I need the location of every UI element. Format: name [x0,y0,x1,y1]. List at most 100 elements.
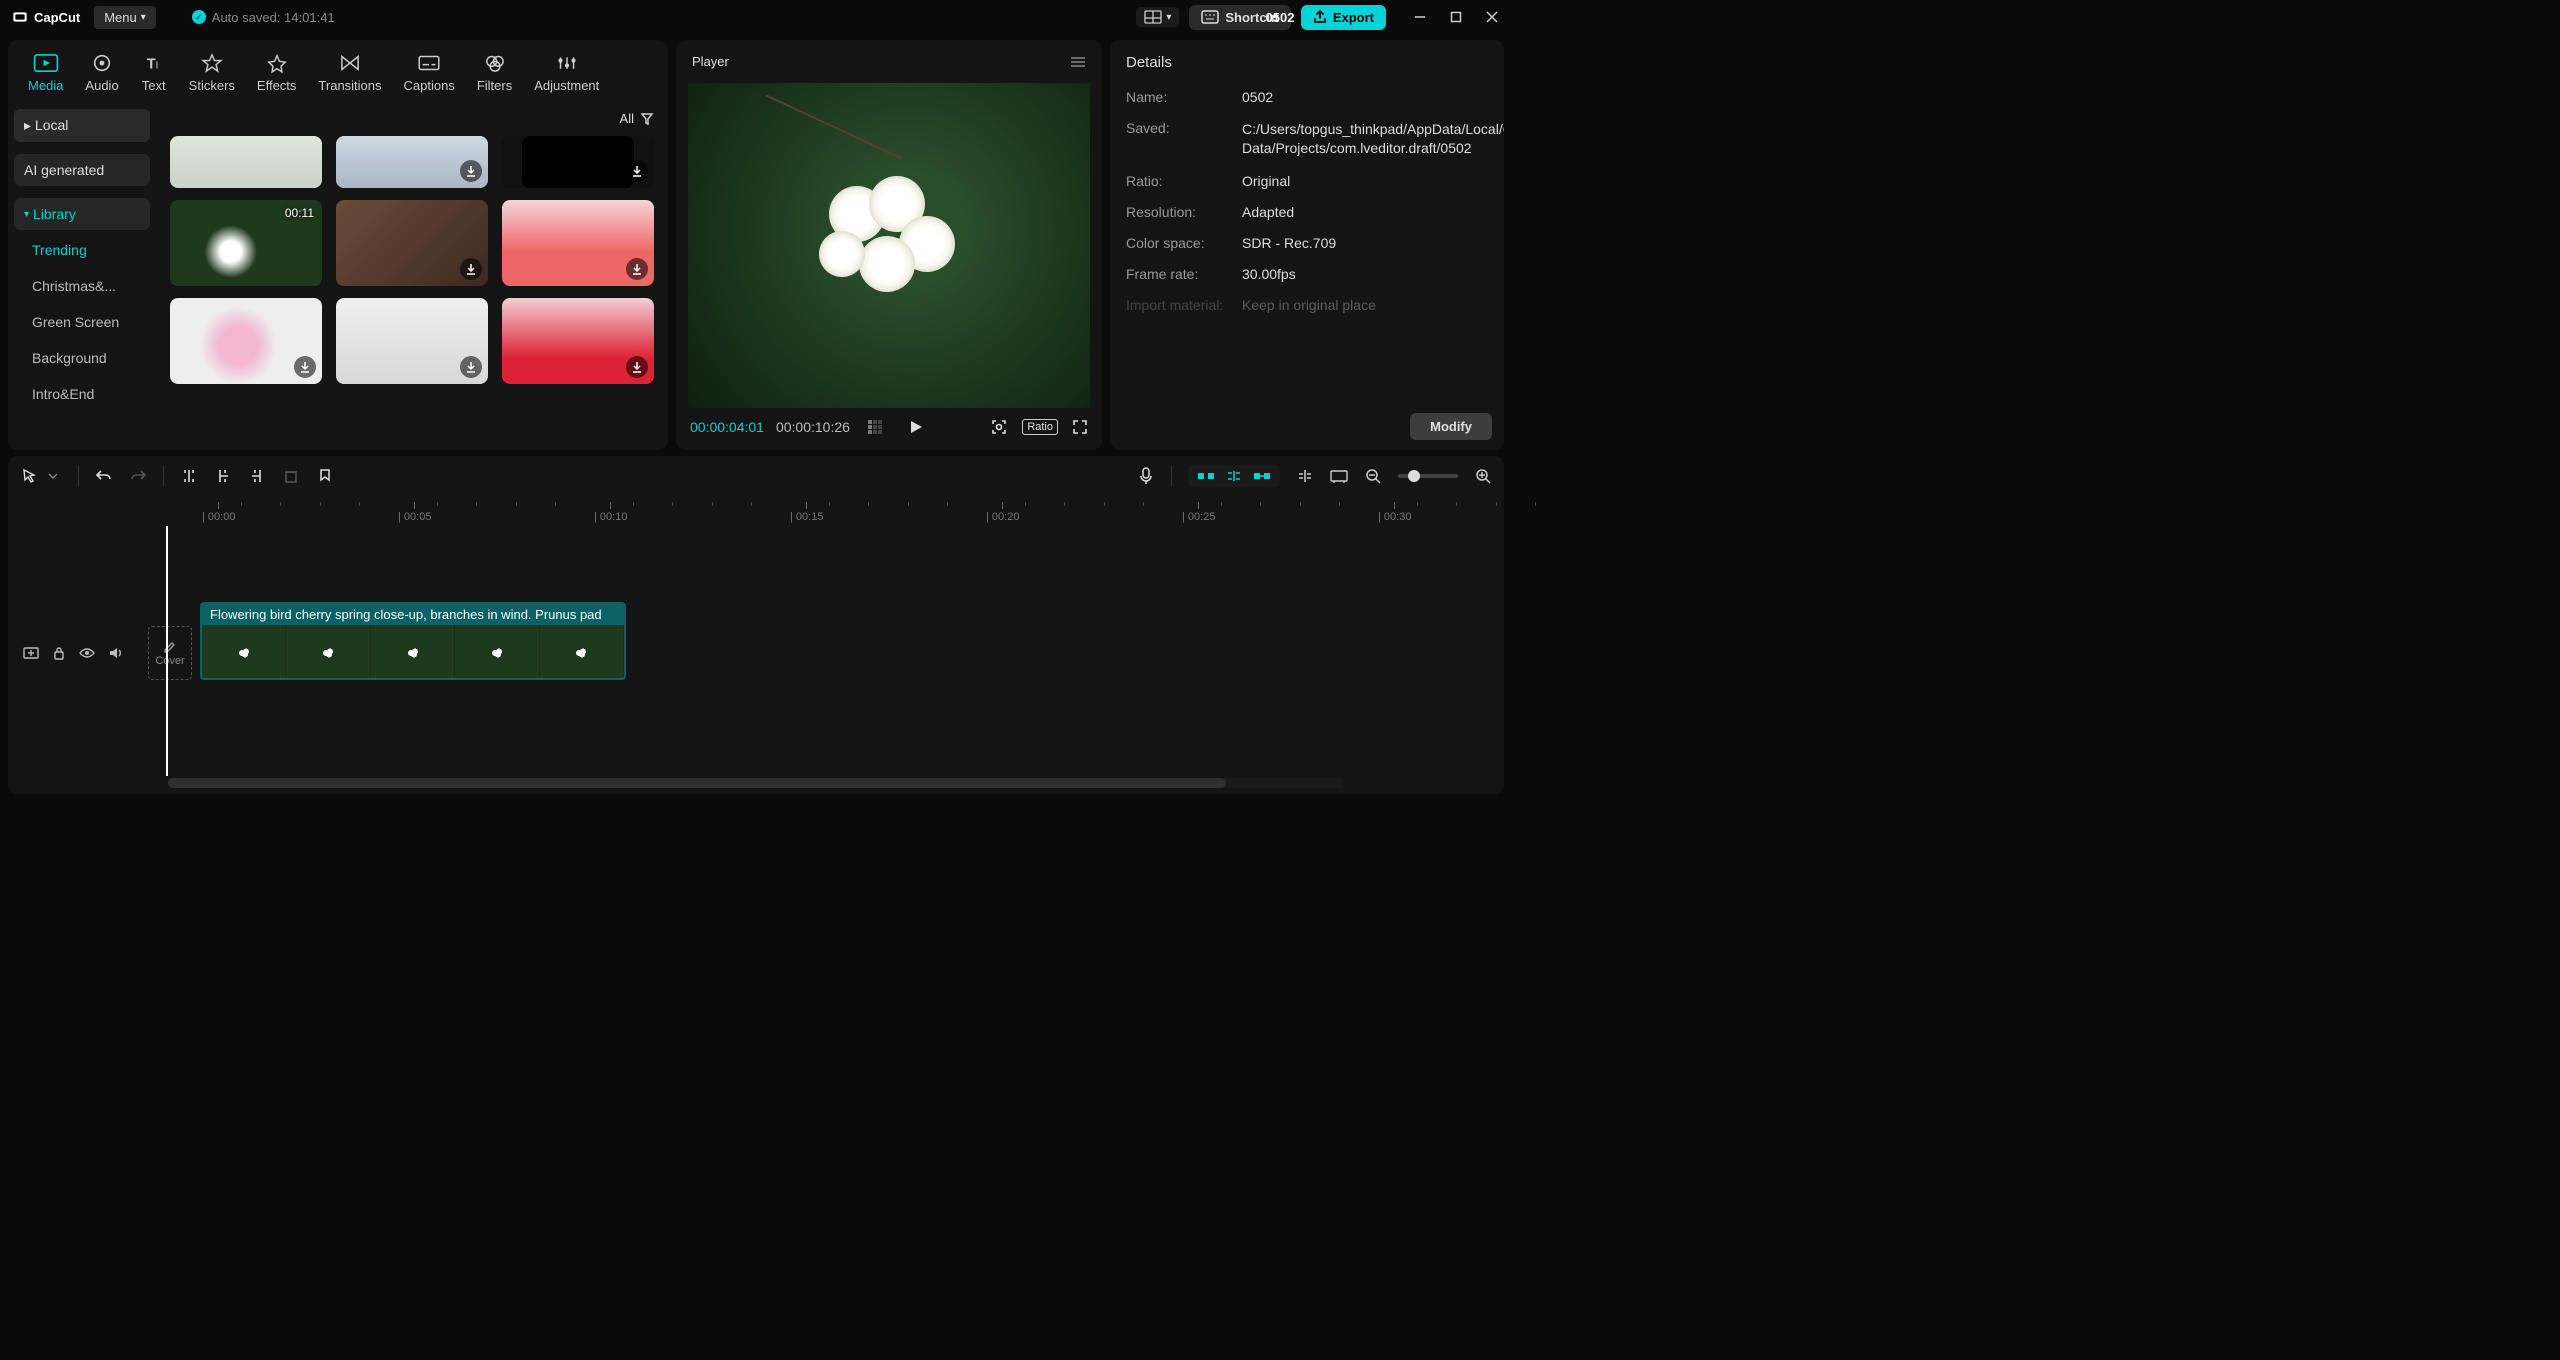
time-current: 00:00:04:01 [690,419,764,435]
sidebar-sub-background[interactable]: Background [14,342,150,374]
sidebar-sub-christmas[interactable]: Christmas&... [14,270,150,302]
zoom-slider[interactable] [1398,474,1458,478]
sidebar-sub-green-screen[interactable]: Green Screen [14,306,150,338]
tab-stickers[interactable]: Stickers [181,48,243,97]
minimize-button[interactable] [1412,9,1428,25]
align-icon[interactable] [1296,467,1314,485]
zoom-in-icon[interactable] [1474,467,1492,485]
timeline-ruler[interactable]: | 00:00| 00:05| 00:10| 00:15| 00:20| 00:… [196,496,1504,526]
time-total: 00:00:10:26 [776,419,850,435]
download-icon[interactable] [294,356,316,378]
mic-icon[interactable] [1137,467,1155,485]
download-icon[interactable] [626,160,648,182]
layout-preset-button[interactable]: ▾ [1136,7,1179,27]
media-thumb[interactable] [502,298,654,384]
download-icon[interactable] [626,356,648,378]
media-thumb[interactable] [336,298,488,384]
tab-text[interactable]: TI Text [133,48,175,97]
sidebar-item-ai-generated[interactable]: AI generated [14,154,150,186]
export-button[interactable]: Export [1301,5,1386,30]
cover-button[interactable]: Cover [148,626,192,680]
tab-transitions[interactable]: Transitions [310,48,389,97]
tab-effects[interactable]: Effects [249,48,305,97]
project-title: 0502 [1266,10,1295,25]
grid-view-icon[interactable] [868,420,888,434]
tab-filters[interactable]: Filters [469,48,520,97]
download-icon[interactable] [460,356,482,378]
chevron-down-icon[interactable] [44,467,62,485]
maximize-button[interactable] [1448,9,1464,25]
undo-icon[interactable] [95,467,113,485]
sidebar-item-local[interactable]: ▸ Local [14,109,150,142]
fullscreen-icon[interactable] [1072,419,1088,435]
track-visibility-icon[interactable] [78,644,96,662]
zoom-out-icon[interactable] [1364,467,1382,485]
timeline-scrollbar-thumb[interactable] [168,778,1226,788]
player-controls: 00:00:04:01 00:00:10:26 Ratio [676,408,1102,450]
timeline-clip[interactable]: Flowering bird cherry spring close-up, b… [200,602,626,680]
snap-magnet-icon[interactable] [1224,469,1244,483]
filters-icon [482,52,508,74]
close-button[interactable] [1484,9,1500,25]
chevron-down-icon: ▾ [141,12,146,23]
play-button[interactable] [908,419,924,435]
media-thumb[interactable] [336,136,488,188]
tab-media[interactable]: Media [20,48,71,97]
brand-text: CapCut [34,10,80,25]
redo-icon[interactable] [129,467,147,485]
player-menu-icon[interactable] [1070,55,1086,69]
snap-track-icon[interactable] [1196,469,1216,483]
split-icon[interactable] [180,467,198,485]
details-panel: Details Name:0502 Saved:C:/Users/topgus_… [1110,40,1504,450]
download-icon[interactable] [460,160,482,182]
media-thumb[interactable] [502,200,654,286]
download-icon[interactable] [626,258,648,280]
sidebar-sub-trending[interactable]: Trending [14,234,150,266]
download-icon[interactable] [460,258,482,280]
keyboard-icon [1201,10,1219,24]
preview-quality-icon[interactable] [1330,467,1348,485]
transitions-icon [337,52,363,74]
topbar-right: ▾ Shortcut Export [1136,5,1500,30]
tab-adjustment[interactable]: Adjustment [526,48,607,97]
sidebar-item-library[interactable]: ▾Library [14,198,150,230]
delete-icon[interactable] [282,467,300,485]
timeline-panel: | 00:00| 00:05| 00:10| 00:15| 00:20| 00:… [8,456,1504,794]
modify-button[interactable]: Modify [1410,413,1492,440]
snap-link-icon[interactable] [1252,469,1272,483]
menu-button[interactable]: Menu▾ [94,6,156,29]
clip-filmstrip [202,625,624,680]
track-add-icon[interactable] [22,644,40,662]
trim-right-icon[interactable] [248,467,266,485]
snap-group [1188,465,1280,487]
media-thumb[interactable]: 00:11 [170,200,322,286]
edit-icon [162,639,178,653]
check-icon: ✓ [192,10,206,24]
ratio-button[interactable]: Ratio [1022,419,1058,435]
tab-audio[interactable]: Audio [77,48,126,97]
media-thumb[interactable] [502,136,654,188]
pointer-tool-icon[interactable] [20,467,38,485]
player-viewport[interactable] [688,83,1090,408]
timeline-body[interactable]: Cover Flowering bird cherry spring close… [8,526,1504,778]
chevron-down-icon: ▾ [1166,12,1171,23]
track-mute-icon[interactable] [106,644,124,662]
track-lock-icon[interactable] [50,644,68,662]
playhead[interactable] [166,526,168,776]
media-thumb[interactable] [336,200,488,286]
timeline-scrollbar[interactable] [168,778,1344,788]
trim-left-icon[interactable] [214,467,232,485]
filter-all-button[interactable]: All [620,111,654,126]
media-thumb[interactable] [170,298,322,384]
tab-captions[interactable]: Captions [396,48,463,97]
frame-capture-icon[interactable] [990,418,1008,436]
detail-row-name: Name:0502 [1126,89,1488,105]
media-grid-wrap: All 00:11 [156,101,668,450]
sidebar-sub-intro-end[interactable]: Intro&End [14,378,150,410]
ruler-tick: | 00:20 [986,502,1019,523]
player-header: Player [676,40,1102,83]
marker-icon[interactable] [316,467,334,485]
zoom-slider-knob[interactable] [1408,470,1420,482]
capcut-logo-icon [12,9,28,25]
media-thumb[interactable] [170,136,322,188]
